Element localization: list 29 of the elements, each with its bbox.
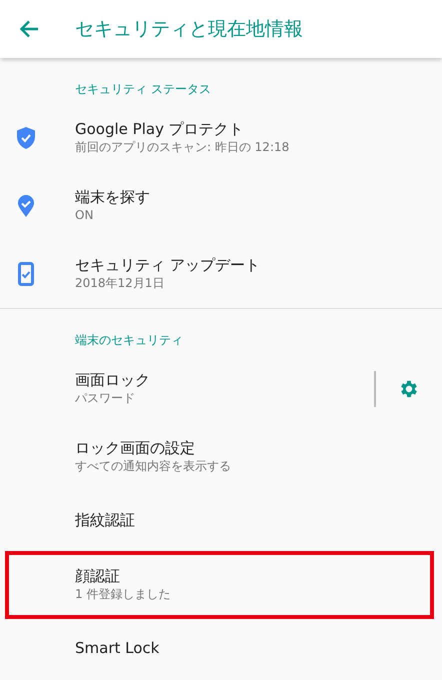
setting-item[interactable]: 指紋認証 [0, 491, 442, 551]
setting-item[interactable]: 画面ロック パスワード [0, 355, 442, 423]
section-header: セキュリティ ステータス [75, 82, 211, 96]
setting-item[interactable]: 端末を探す ON [0, 172, 442, 240]
setting-title: Google Play プロテクト [75, 120, 245, 140]
setting-title: 顔認証 [75, 566, 121, 586]
setting-item[interactable]: Google Play プロテクト 前回のアプリのスキャン: 昨日の 12:18 [0, 104, 442, 172]
setting-title: セキュリティ アップデート [75, 256, 261, 276]
setting-summary: すべての通知内容を表示する [75, 458, 232, 476]
setting-summary: ON [75, 207, 94, 224]
section-header: 端末のセキュリティ [75, 333, 183, 347]
setting-summary: 2018年12月1日 [75, 275, 166, 292]
highlighted-setting-item[interactable]: 顔認証 1 件登録しました [5, 551, 434, 619]
setting-summary: パスワード [75, 390, 136, 408]
setting-item[interactable]: セキュリティ アップデート 2018年12月1日 [0, 240, 442, 308]
setting-summary: 前回のアプリのスキャン: 昨日の 12:18 [75, 139, 290, 156]
setting-title: 指紋認証 [75, 511, 136, 531]
phone-check-icon [18, 262, 34, 286]
setting-title: Smart Lock [75, 639, 160, 659]
setting-title: 端末を探す [75, 188, 151, 208]
back-arrow-icon [19, 20, 39, 38]
location-pin-check-icon [16, 194, 34, 218]
setting-item[interactable]: Smart Lock [0, 619, 442, 679]
screen-title: セキュリティと現在地情報 [75, 16, 303, 42]
setting-title: ロック画面の設定 [75, 438, 196, 458]
setting-item[interactable]: ロック画面の設定 すべての通知内容を表示する [0, 423, 442, 491]
setting-title: 画面ロック [75, 370, 151, 390]
setting-summary: 1 件登録しました [75, 586, 172, 604]
shield-check-icon [14, 126, 36, 150]
